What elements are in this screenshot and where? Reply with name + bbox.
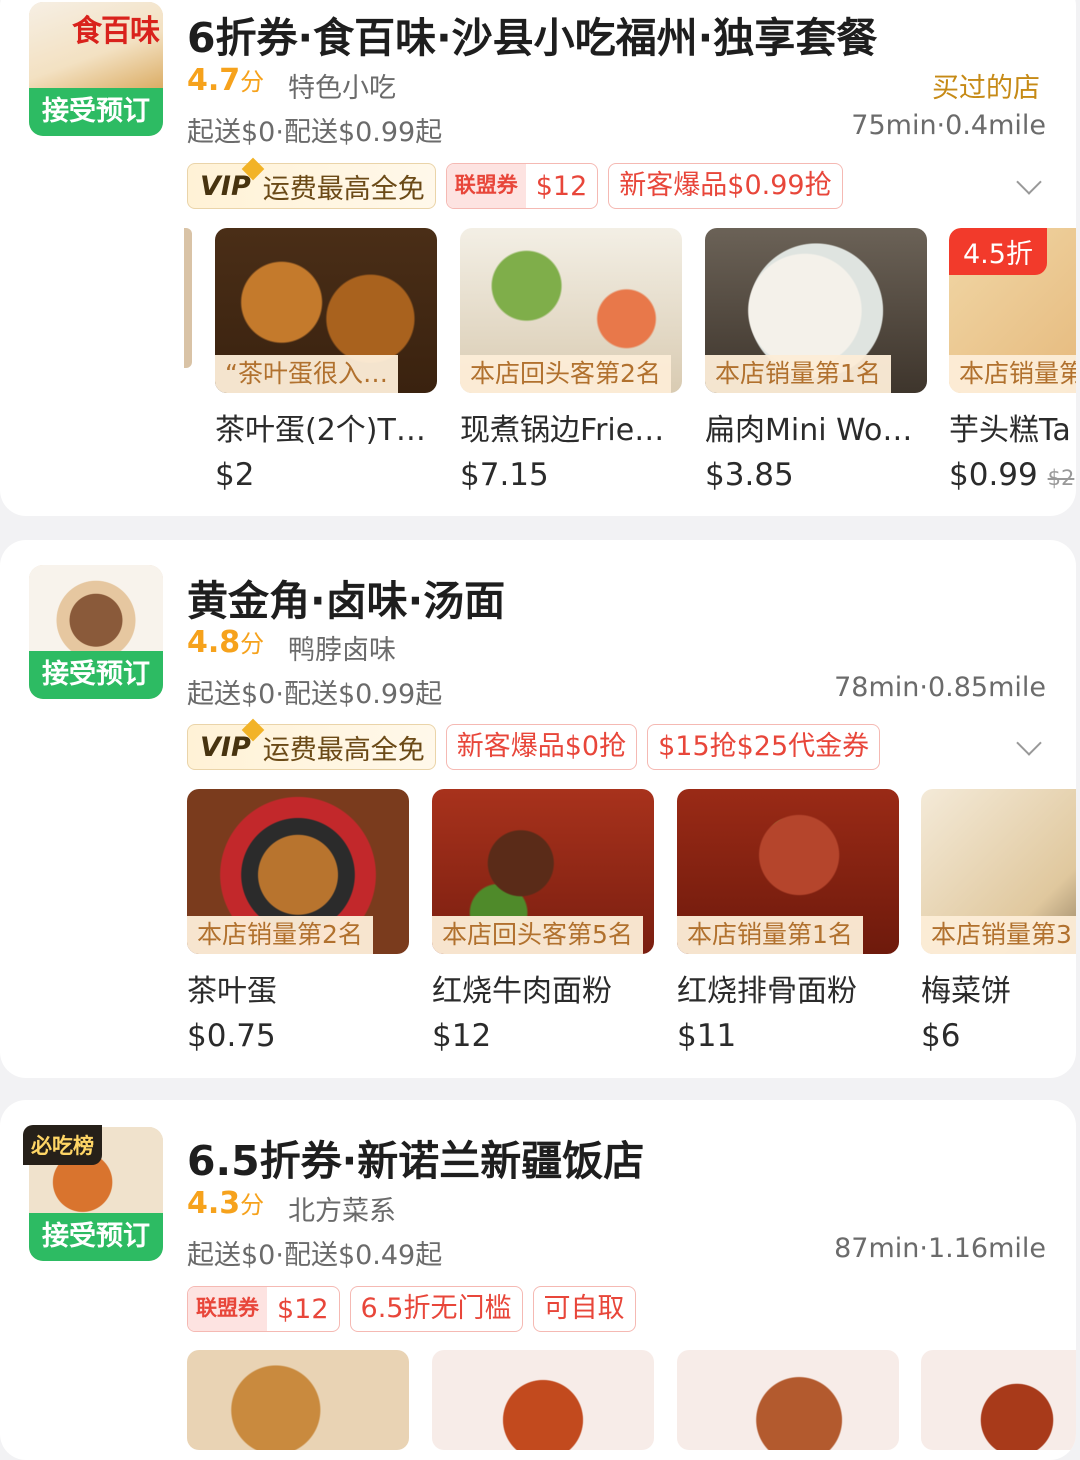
dish-name: 现煮锅边Frie… xyxy=(460,413,665,448)
pickup-tag[interactable]: 可自取 xyxy=(532,1286,636,1332)
dish-item[interactable]: “茶叶蛋很入… 茶叶蛋(2个)T… $2 xyxy=(215,228,437,493)
dish-price: $3.85 xyxy=(705,457,794,493)
dish-name: 扁肉Mini Wo… xyxy=(705,413,913,448)
dish-image: 本店销量第1名 xyxy=(705,228,927,393)
dish-item[interactable]: 本店回头客第2名 现煮锅边Frie… $7.15 xyxy=(460,228,682,493)
dish-price: $7.15 xyxy=(460,457,549,493)
new-customer-tag[interactable]: 新客爆品$0抢 xyxy=(445,724,638,770)
store-title[interactable]: 6.5折券·新诺兰新疆饭店 xyxy=(187,1127,644,1187)
promo-tags: VIP 运费最高全免 联盟券 $12 新客爆品$0.99抢 xyxy=(187,163,843,209)
dish-item[interactable]: 本店回头客第5名 红烧牛肉面粉 $12 xyxy=(432,789,654,1054)
dish-name: 红烧排骨面粉 xyxy=(677,974,857,1009)
delivery-fee: 起送$0·配送$0.49起 xyxy=(187,1240,443,1271)
promo-tags: VIP 运费最高全免 新客爆品$0抢 $15抢$25代金券 xyxy=(187,724,881,770)
vip-tag[interactable]: VIP 运费最高全免 xyxy=(187,724,436,770)
dish-image[interactable] xyxy=(432,1350,654,1450)
dish-item[interactable]: 本店销量第1名 扁肉Mini Wo… $3.85 xyxy=(705,228,927,493)
delivery-distance: 78min·0.85mile xyxy=(834,672,1046,703)
discount-badge: 4.5折 xyxy=(949,228,1047,275)
dish-price: $0.99 $2 xyxy=(949,457,1075,493)
dish-name: 红烧牛肉面粉 xyxy=(432,974,612,1009)
dish-name: 茶叶蛋 xyxy=(187,974,277,1009)
store-title[interactable]: 6折券·食百味·沙县小吃福州·独享套餐 xyxy=(187,4,877,64)
dish-name: 芋头糕Ta xyxy=(949,413,1071,448)
chevron-down-icon[interactable] xyxy=(1016,169,1042,195)
dish-image: “茶叶蛋很入… xyxy=(215,228,437,393)
dish-name: 梅菜饼 xyxy=(921,974,1011,1009)
dish-item[interactable]: 本店销量第3 梅菜饼 $6 xyxy=(921,789,1076,1054)
store-category: 特色小吃 xyxy=(288,73,396,104)
delivery-distance: 87min·1.16mile xyxy=(834,1233,1046,1264)
dish-price: $2 xyxy=(215,457,255,493)
dish-price: $0.75 xyxy=(187,1018,276,1054)
accept-booking-badge: 接受预订 xyxy=(29,651,163,699)
dish-image: 本店销量第3 xyxy=(921,789,1076,954)
chevron-down-icon[interactable] xyxy=(1016,730,1042,756)
dish-item[interactable]: 本店销量第2名 茶叶蛋 $0.75 xyxy=(187,789,409,1054)
bought-before-label: 买过的店 xyxy=(932,73,1040,104)
accept-booking-badge: 接受预订 xyxy=(29,1213,163,1261)
dish-item[interactable]: 4.5折 本店销量第 芋头糕Ta $0.99 $2 xyxy=(949,228,1076,493)
dish-item[interactable]: 本店销量第1名 红烧排骨面粉 $11 xyxy=(677,789,899,1054)
promo-tags: 联盟券 $12 6.5折无门槛 可自取 xyxy=(187,1286,636,1332)
dish-image: 本店销量第2名 xyxy=(187,789,409,954)
original-price: $2 xyxy=(1047,466,1075,490)
union-coupon-tag[interactable]: 联盟券 $12 xyxy=(187,1286,340,1332)
dish-image: 本店回头客第5名 xyxy=(432,789,654,954)
dish-image[interactable] xyxy=(677,1350,899,1450)
store-logo[interactable]: 接受预订 xyxy=(29,565,163,699)
discount-tag[interactable]: 6.5折无门槛 xyxy=(349,1286,523,1332)
store-photo xyxy=(29,565,163,657)
dish-price: $11 xyxy=(677,1018,737,1054)
store-card-2[interactable]: 接受预订 黄金角·卤味·汤面 4.8分 鸭脖卤味 起送$0·配送$0.99起 7… xyxy=(0,540,1076,1078)
store-score: 4.7分 xyxy=(187,63,265,98)
store-logo[interactable]: 食百味 接受预订 xyxy=(29,2,163,136)
scroll-edge-peek xyxy=(184,228,192,368)
voucher-tag[interactable]: $15抢$25代金券 xyxy=(647,724,881,770)
union-coupon-tag[interactable]: 联盟券 $12 xyxy=(445,163,599,209)
store-score: 4.8分 xyxy=(187,625,265,660)
dish-price: $6 xyxy=(921,1018,961,1054)
accept-booking-badge: 接受预订 xyxy=(29,88,163,136)
dish-image: 本店销量第1名 xyxy=(677,789,899,954)
store-category: 鸭脖卤味 xyxy=(288,635,396,666)
delivery-fee: 起送$0·配送$0.99起 xyxy=(187,117,443,148)
store-brand-text: 食百味 xyxy=(72,14,160,49)
delivery-distance: 75min·0.4mile xyxy=(851,110,1046,141)
delivery-fee: 起送$0·配送$0.99起 xyxy=(187,679,443,710)
dish-image[interactable] xyxy=(187,1350,409,1450)
dish-image: 4.5折 本店销量第 xyxy=(949,228,1076,393)
store-card-3[interactable]: 接受预订 必吃榜 6.5折券·新诺兰新疆饭店 4.3分 北方菜系 起送$0·配送… xyxy=(0,1100,1076,1460)
dish-image[interactable] xyxy=(921,1350,1076,1450)
dish-image: 本店回头客第2名 xyxy=(460,228,682,393)
store-category: 北方菜系 xyxy=(288,1196,396,1227)
store-title[interactable]: 黄金角·卤味·汤面 xyxy=(187,567,505,627)
dish-name: 茶叶蛋(2个)T… xyxy=(215,413,426,448)
must-eat-badge: 必吃榜 xyxy=(23,1125,102,1165)
dish-price: $12 xyxy=(432,1018,492,1054)
store-score: 4.3分 xyxy=(187,1186,265,1221)
store-card-1[interactable]: 食百味 接受预订 6折券·食百味·沙县小吃福州·独享套餐 4.7分 特色小吃 买… xyxy=(0,0,1076,516)
vip-tag[interactable]: VIP 运费最高全免 xyxy=(187,163,436,209)
new-customer-tag[interactable]: 新客爆品$0.99抢 xyxy=(608,163,843,209)
